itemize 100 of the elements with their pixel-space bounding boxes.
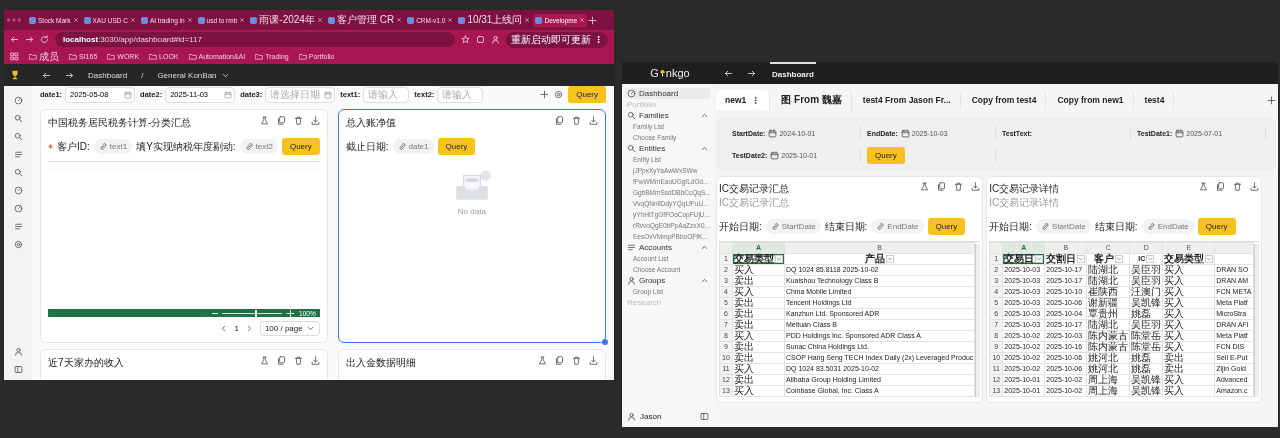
query-button[interactable]: Query: [927, 218, 966, 235]
extension-icon[interactable]: [476, 35, 485, 44]
header-cell[interactable]: 交易类型: [1162, 253, 1215, 265]
param-chip[interactable]: StartDate: [1036, 219, 1091, 234]
dashboard-tab[interactable]: Copy from new1: [1048, 90, 1134, 110]
forward-icon[interactable]: [65, 70, 74, 80]
header-cell[interactable]: 交割日: [1044, 253, 1087, 265]
zoom-thumb[interactable]: [255, 309, 258, 317]
trophy-logo-icon[interactable]: [10, 70, 20, 80]
query-button[interactable]: Query: [568, 86, 606, 103]
panel-icon[interactable]: [13, 365, 23, 374]
close-icon[interactable]: [72, 17, 79, 23]
close-icon[interactable]: [239, 17, 246, 23]
text-field[interactable]: 请输入: [363, 86, 410, 103]
dashboard-card[interactable]: 近7天家办的收入: [40, 349, 328, 380]
param-chip[interactable]: text1: [93, 139, 133, 154]
query-button[interactable]: Query: [867, 146, 905, 164]
text-field[interactable]: 请输入: [437, 86, 484, 103]
back-icon[interactable]: [724, 68, 733, 78]
copy-icon[interactable]: [937, 182, 947, 191]
download-icon[interactable]: [310, 116, 320, 125]
copy-icon[interactable]: [555, 116, 564, 125]
forward-icon[interactable]: [747, 68, 756, 78]
panel-icon[interactable]: [700, 412, 709, 421]
star-icon[interactable]: [461, 35, 470, 44]
dashboard-selector[interactable]: General KonBan: [157, 70, 230, 80]
dashboard-card[interactable]: 出入金数据明细: [337, 349, 606, 380]
flask-icon[interactable]: [1198, 182, 1208, 191]
query-button[interactable]: Query: [437, 138, 476, 155]
scrollbar[interactable]: [975, 244, 981, 397]
gauge-icon[interactable]: [13, 96, 23, 105]
close-icon[interactable]: [129, 17, 136, 23]
sidebar-group[interactable]: Entities: [625, 143, 711, 154]
breadcrumb-link[interactable]: Dashboard: [88, 70, 128, 80]
scrollbar[interactable]: [1253, 244, 1259, 397]
gear-icon[interactable]: [13, 240, 23, 249]
header-cell[interactable]: 客户: [1086, 253, 1130, 265]
apps-grid-icon[interactable]: [10, 52, 19, 61]
copy-icon[interactable]: [276, 356, 286, 365]
profile-icon[interactable]: [491, 35, 500, 44]
query-button[interactable]: Query: [1197, 218, 1236, 235]
close-icon[interactable]: [447, 17, 454, 23]
close-icon[interactable]: [316, 17, 323, 23]
bookmark[interactable]: 成员: [29, 49, 59, 64]
zoom-in-icon[interactable]: [286, 308, 296, 318]
back-icon[interactable]: [10, 35, 19, 44]
address-bar[interactable]: localhost:3030/app/dashboard#id=117: [55, 32, 455, 47]
browser-tab[interactable]: 10/31上线问: [456, 10, 533, 30]
page-size-select[interactable]: 100 / page: [259, 321, 320, 336]
delete-icon[interactable]: [293, 116, 303, 125]
download-icon[interactable]: [1249, 182, 1259, 191]
delete-icon[interactable]: [572, 116, 581, 125]
header-cell[interactable]: 交易类型: [732, 253, 785, 265]
add-icon[interactable]: [540, 90, 550, 99]
delete-icon[interactable]: [572, 356, 581, 365]
resize-handle[interactable]: [602, 339, 608, 345]
browser-tab[interactable]: 雨课-2024年: [248, 10, 325, 30]
param-chip[interactable]: EndDate: [1141, 219, 1194, 234]
forward-icon[interactable]: [25, 35, 34, 44]
sidebar-item[interactable]: Dashboard: [625, 88, 711, 99]
browser-tab[interactable]: 客户管理 CR: [325, 10, 405, 30]
back-icon[interactable]: [42, 70, 51, 80]
dashboard-tab[interactable]: test4 From Jason Fr...: [853, 90, 961, 110]
reload-icon[interactable]: [40, 35, 49, 44]
dashboard-tab[interactable]: Copy from test4: [962, 90, 1047, 110]
close-icon[interactable]: [524, 17, 531, 23]
close-icon[interactable]: [396, 17, 403, 23]
sidebar-group[interactable]: Families: [625, 110, 711, 121]
download-icon[interactable]: [971, 182, 981, 191]
close-icon[interactable]: [579, 17, 586, 23]
close-icon[interactable]: [186, 17, 193, 23]
user-icon[interactable]: [13, 347, 23, 356]
sidebar-group[interactable]: Accounts: [625, 242, 711, 253]
list-icon[interactable]: [13, 150, 23, 159]
header-cell[interactable]: 交易日: [1002, 253, 1045, 265]
delete-icon[interactable]: [954, 182, 964, 191]
download-icon[interactable]: [589, 356, 598, 365]
download-icon[interactable]: [589, 116, 598, 125]
param-chip[interactable]: date1: [392, 139, 434, 154]
flask-icon[interactable]: [259, 116, 269, 125]
dashboard-tab[interactable]: test4: [1135, 90, 1175, 110]
list-icon[interactable]: [13, 222, 23, 231]
date-field[interactable]: 请选择日期: [265, 86, 336, 103]
copy-icon[interactable]: [276, 116, 286, 125]
dashboard-card[interactable]: 总入账净值 截止日期: date1 Query No data: [337, 109, 606, 343]
settings-icon[interactable]: [554, 90, 564, 99]
user-name[interactable]: Jason: [640, 412, 696, 421]
flask-icon[interactable]: [259, 356, 269, 365]
page-number[interactable]: 1: [234, 324, 239, 333]
param-chip[interactable]: StartDate: [765, 219, 821, 234]
update-button[interactable]: 重新启动即可更新: [506, 31, 608, 48]
delete-icon[interactable]: [1232, 182, 1242, 191]
copy-icon[interactable]: [1215, 182, 1225, 191]
query-button[interactable]: Query: [281, 138, 320, 155]
new-tab-icon[interactable]: [588, 15, 598, 25]
flask-icon[interactable]: [920, 182, 930, 191]
download-icon[interactable]: [310, 356, 320, 365]
flask-icon[interactable]: [538, 356, 547, 365]
header-cell[interactable]: 产品: [784, 253, 975, 265]
copy-icon[interactable]: [555, 356, 564, 365]
